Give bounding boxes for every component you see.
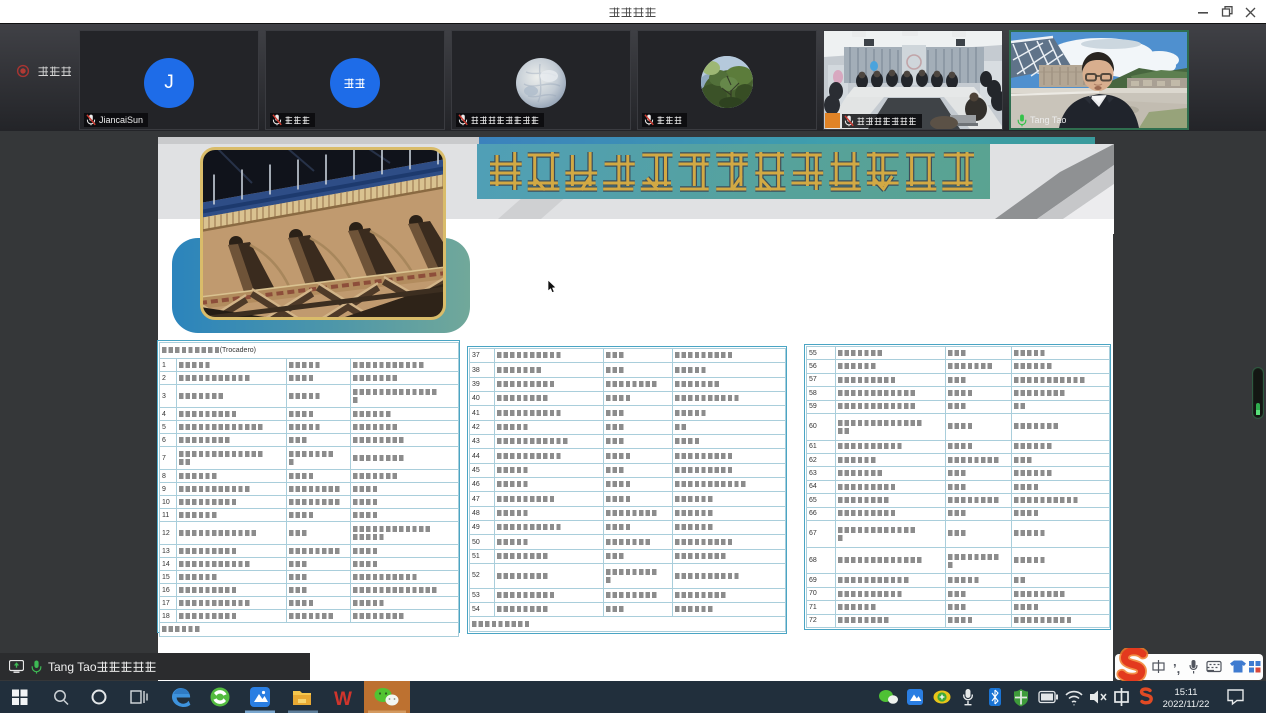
svg-text:15:11: 15:11	[1174, 687, 1197, 698]
svg-text:’,: ’,	[1173, 661, 1180, 676]
svg-text:2022/11/22: 2022/11/22	[1163, 699, 1210, 710]
svg-text:W: W	[334, 689, 352, 710]
